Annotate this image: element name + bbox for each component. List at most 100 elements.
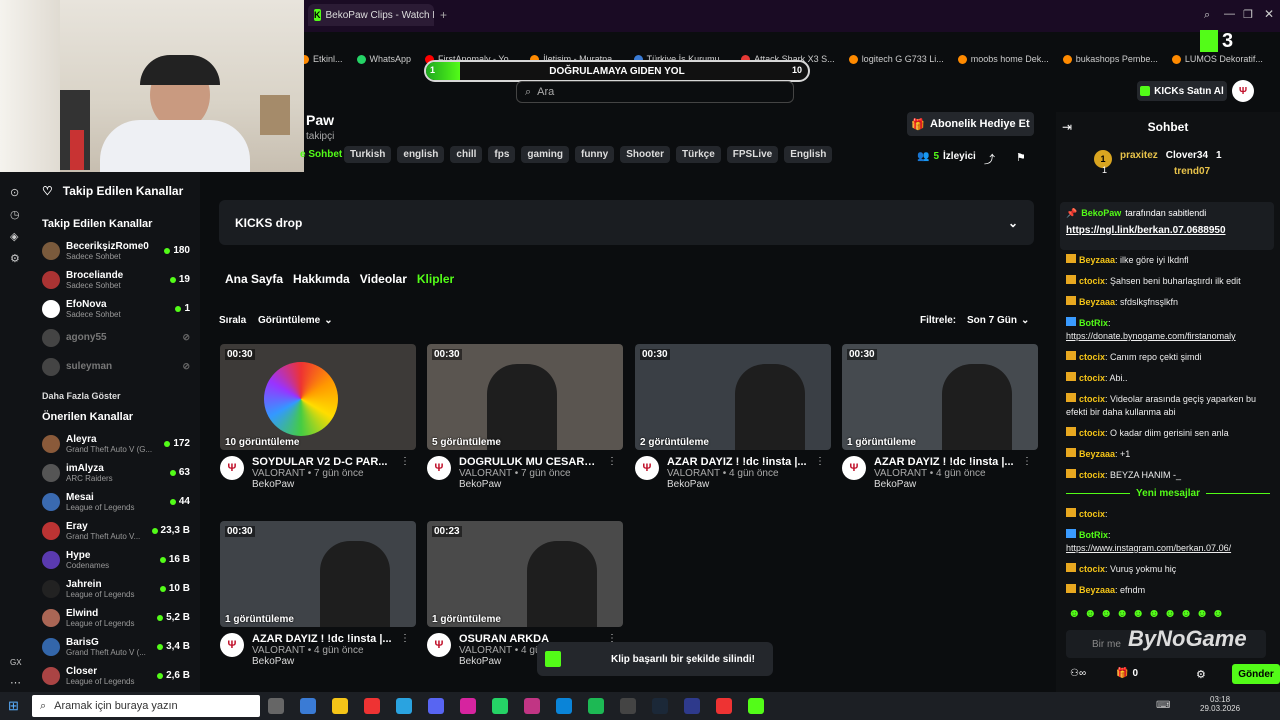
steam-icon[interactable] <box>652 698 668 714</box>
search-bar[interactable]: ⌕ Ara <box>516 81 794 103</box>
sidebar-channel[interactable]: Hype Codenames 16 B <box>42 545 190 574</box>
show-more-link[interactable]: Daha Fazla Göster <box>42 391 190 401</box>
search-input[interactable]: Ara <box>537 86 554 98</box>
chat-text[interactable]: https://donate.bynogame.com/firstanomaly <box>1066 331 1236 341</box>
chat-username[interactable]: ctocix <box>1079 470 1105 480</box>
tag-chip[interactable]: gaming <box>521 146 569 163</box>
file-explorer-icon[interactable] <box>332 698 348 714</box>
sidebar-channel[interactable]: BecerikşizRome0 Sadece Sohbet 180 <box>42 236 190 265</box>
bookmark-item[interactable]: LUMOS Dekoratif... <box>1171 54 1263 64</box>
chat-text[interactable]: https://www.instagram.com/berkan.07.06/ <box>1066 543 1231 553</box>
chat-username[interactable]: ctocix <box>1079 373 1105 383</box>
opera-gx-icon[interactable] <box>364 698 380 714</box>
categories-icon[interactable]: ◈ <box>10 230 18 243</box>
spotify-icon[interactable] <box>588 698 604 714</box>
channel-avatar[interactable]: Ψ <box>220 456 244 480</box>
sidebar-channel[interactable]: Aleyra Grand Theft Auto V (G... 172 <box>42 429 190 458</box>
points-display[interactable]: 🎁 0 <box>1116 668 1138 679</box>
clip-card[interactable]: 00:30 10 görüntüleme Ψ SOYDULAR V2 D-C PAR.… <box>220 344 416 490</box>
sidebar-channel[interactable]: Closer League of Legends 2,6 B <box>42 661 190 690</box>
more-icon[interactable]: ⋯ <box>10 676 21 689</box>
clip-game[interactable]: VALORANT <box>874 468 927 479</box>
maximize-icon[interactable]: ❐ <box>1243 8 1253 21</box>
app-icon[interactable] <box>300 698 316 714</box>
tab-hakkımda[interactable]: Hakkımda <box>293 272 350 286</box>
chat-settings-icon[interactable]: ⚙ <box>1196 668 1206 681</box>
system-clock[interactable]: 03:18 29.03.2026 <box>1200 695 1240 713</box>
close-icon[interactable]: ✕ <box>1264 7 1274 21</box>
sidebar-channel[interactable]: suleyman ⊘ <box>42 352 190 381</box>
clip-card[interactable]: 00:30 5 görüntüleme Ψ DOGRULUK MU CESARE...… <box>427 344 623 490</box>
filter-dropdown[interactable]: Son 7 Gün ⌄ <box>967 315 1029 326</box>
tag-chip[interactable]: FPSLive <box>726 146 779 163</box>
mod-icon[interactable]: ⚇∞ <box>1070 668 1086 679</box>
telegram-icon[interactable] <box>396 698 412 714</box>
chat-username[interactable]: ctocix <box>1079 564 1105 574</box>
clip-game[interactable]: VALORANT <box>667 468 720 479</box>
keyboard-icon[interactable]: ⌨ <box>1156 700 1170 711</box>
more-options-icon[interactable]: ⋮ <box>400 456 410 490</box>
clip-thumbnail[interactable]: 00:30 2 görüntüleme <box>635 344 831 450</box>
clip-channel[interactable]: BekoPaw <box>252 656 392 667</box>
clip-title[interactable]: SOYDULAR V2 D-C PAR... <box>252 456 392 468</box>
search-icon[interactable]: ⌕ <box>1204 9 1210 22</box>
share-icon[interactable]: ⤴ <box>984 151 995 167</box>
tag-chip[interactable]: Türkçe <box>675 146 721 163</box>
bookmark-item[interactable]: WhatsApp <box>356 54 411 64</box>
bookmark-item[interactable]: Etkinl... <box>300 54 343 64</box>
taskbar-search[interactable]: ⌕ Aramak için buraya yazın <box>32 695 260 717</box>
browser-tab[interactable]: K BekoPaw Clips - Watch Li <box>308 4 434 26</box>
epic-games-icon[interactable] <box>620 698 636 714</box>
clip-game[interactable]: VALORANT <box>459 645 512 656</box>
sidebar-channel[interactable]: Jahrein League of Legends 10 B <box>42 574 190 603</box>
tag-chip[interactable]: Turkish <box>344 146 392 163</box>
clip-game[interactable]: VALORANT <box>459 468 512 479</box>
channel-avatar[interactable]: Ψ <box>427 456 451 480</box>
tag-chip[interactable]: Shooter <box>620 146 670 163</box>
sort-dropdown[interactable]: Görüntüleme ⌄ <box>258 315 333 326</box>
tag-chip[interactable]: english <box>397 146 445 163</box>
discord-icon[interactable] <box>428 698 444 714</box>
more-options-icon[interactable]: ⋮ <box>607 456 617 490</box>
tab-ana-sayfa[interactable]: Ana Sayfa <box>225 272 283 286</box>
tag-chip[interactable]: funny <box>574 146 615 163</box>
user-avatar[interactable]: Ψ <box>1232 80 1254 102</box>
tab-videolar[interactable]: Videolar <box>360 272 407 286</box>
clip-channel[interactable]: BekoPaw <box>252 479 392 490</box>
chat-username[interactable]: Beyzaaa <box>1079 297 1115 307</box>
chat-username[interactable]: ctocix <box>1079 394 1105 404</box>
bookmark-item[interactable]: moobs home Dek... <box>957 54 1049 64</box>
emote-bar[interactable]: ☻ ☻ ☻ ☻ ☻ ☻ ☻ ☻ ☻ ☻ <box>1068 606 1224 620</box>
more-options-icon[interactable]: ⋮ <box>815 456 825 490</box>
task-view-icon[interactable] <box>268 698 284 714</box>
channel-avatar[interactable]: Ψ <box>427 633 451 657</box>
live-icon[interactable]: ⊙ <box>10 186 19 199</box>
tag-chip[interactable]: fps <box>488 146 516 163</box>
new-tab-button[interactable]: + <box>440 8 447 22</box>
report-icon[interactable]: ⚑ <box>1016 151 1026 164</box>
chat-username[interactable]: Beyzaaa <box>1079 585 1115 595</box>
app-icon[interactable] <box>716 698 732 714</box>
chat-username[interactable]: ctocix <box>1079 276 1105 286</box>
taskbar-search-input[interactable]: Aramak için buraya yazın <box>54 700 178 712</box>
bookmark-item[interactable]: logitech G G733 Li... <box>848 54 944 64</box>
clip-title[interactable]: AZAR DAYIZ ! !dc !insta |... <box>667 456 807 468</box>
clip-card[interactable]: 00:30 1 görüntüleme Ψ AZAR DAYIZ ! !dc !ins… <box>842 344 1038 490</box>
instagram-icon[interactable] <box>460 698 476 714</box>
settings-icon[interactable]: ⚙ <box>10 252 20 265</box>
chat-username[interactable]: BotRix <box>1079 318 1108 328</box>
send-button[interactable]: Gönder <box>1232 664 1280 684</box>
channel-avatar[interactable]: Ψ <box>635 456 659 480</box>
clip-thumbnail[interactable]: 00:23 1 görüntüleme <box>427 521 623 627</box>
clip-thumbnail[interactable]: 00:30 1 görüntüleme <box>842 344 1038 450</box>
kicks-drop-panel[interactable]: KICKS drop ⌄ <box>219 200 1034 245</box>
tab-klipler[interactable]: Klipler <box>417 272 454 286</box>
windows-start-icon[interactable]: ⊞ <box>8 698 19 714</box>
clip-card[interactable]: 00:30 2 görüntüleme Ψ AZAR DAYIZ ! !dc !ins… <box>635 344 831 490</box>
sidebar-channel[interactable]: agony55 ⊘ <box>42 323 190 352</box>
clip-title[interactable]: AZAR DAYIZ ! !dc !insta |... <box>252 633 392 645</box>
clip-card[interactable]: 00:30 1 görüntüleme Ψ AZAR DAYIZ ! !dc !ins… <box>220 521 416 667</box>
sidebar-channel[interactable]: BarisG Grand Theft Auto V (... 3,4 B <box>42 632 190 661</box>
channel-avatar[interactable]: Ψ <box>842 456 866 480</box>
sidebar-channel[interactable]: Mesai League of Legends 44 <box>42 487 190 516</box>
